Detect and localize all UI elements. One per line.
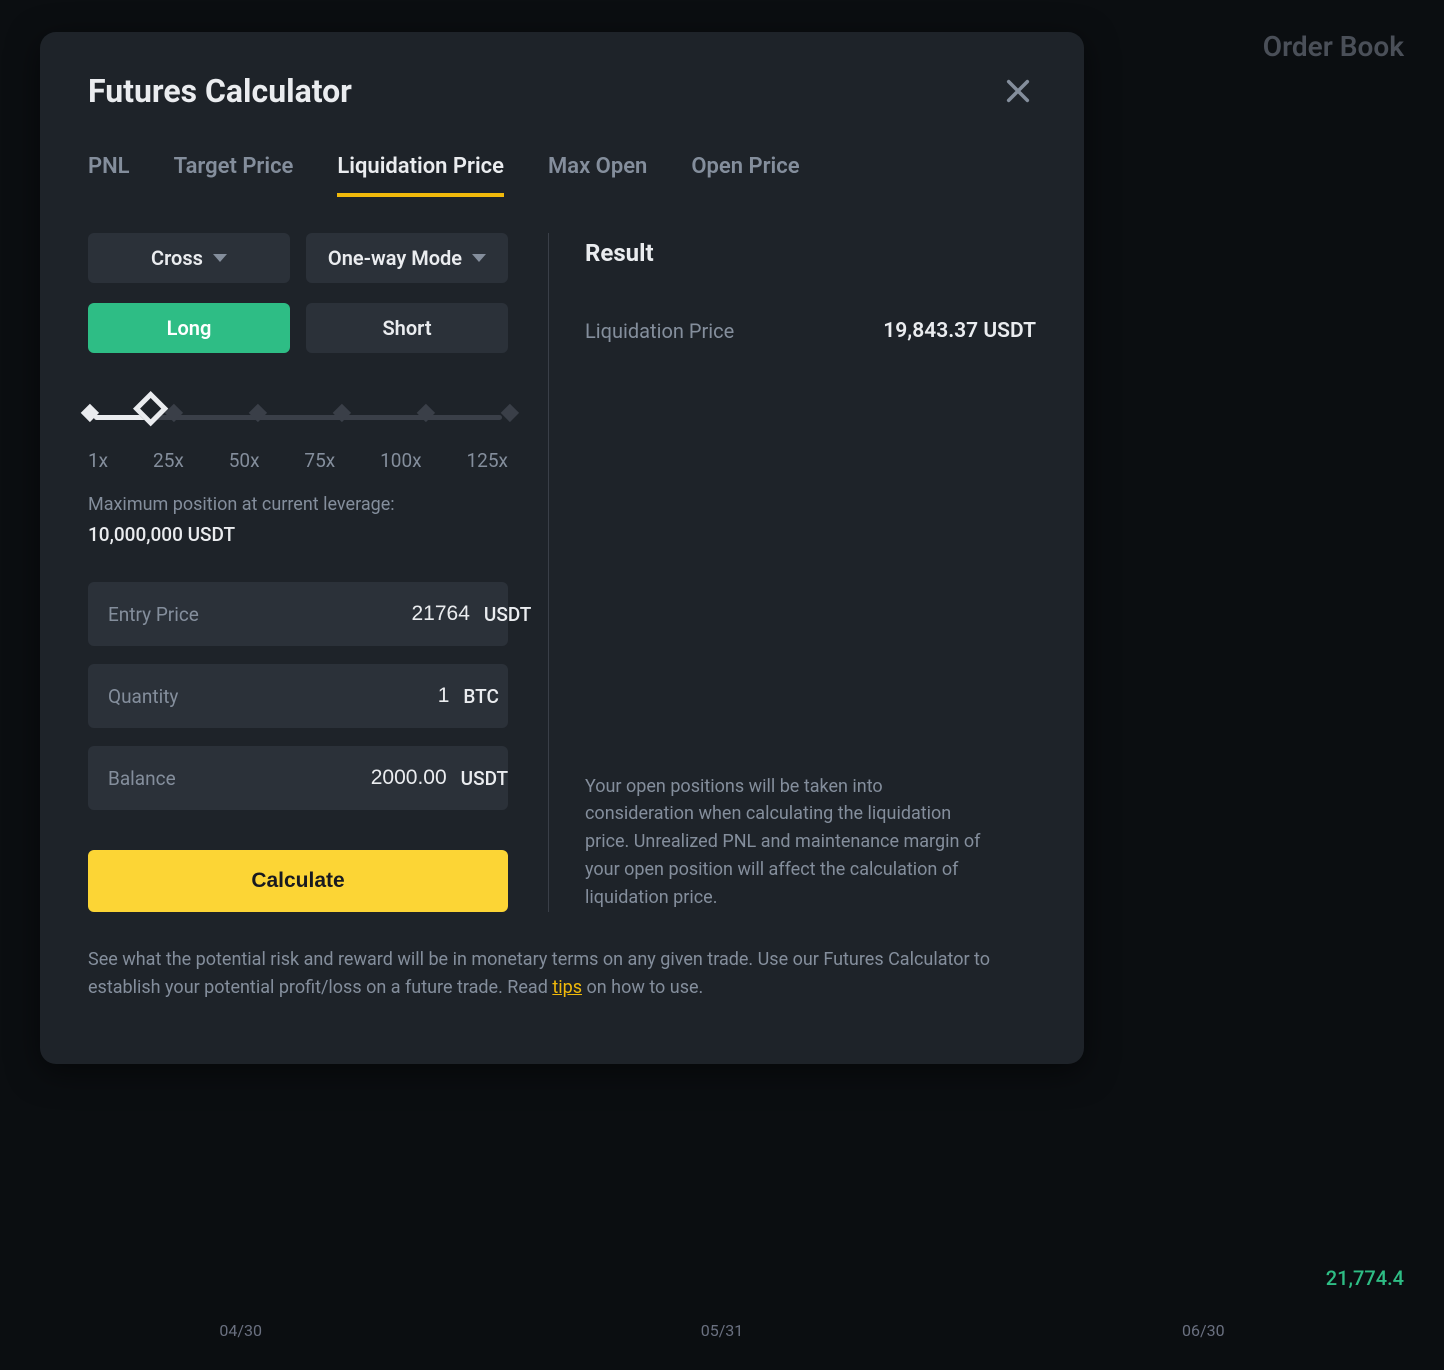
order-book-heading: Order Book <box>1263 30 1404 63</box>
tab-target-price[interactable]: Target Price <box>174 154 294 197</box>
slider-label: 75x <box>304 449 335 472</box>
balance-input[interactable] <box>176 766 461 790</box>
leverage-slider[interactable] <box>88 397 508 437</box>
footer-text: See what the potential risk and reward w… <box>88 946 1036 1002</box>
result-title: Result <box>585 239 1036 267</box>
tips-link[interactable]: tips <box>552 977 582 998</box>
slider-labels: 1x 25x 50x 75x 100x 125x <box>88 449 508 472</box>
tab-open-price[interactable]: Open Price <box>691 154 799 197</box>
chevron-down-icon <box>213 254 227 262</box>
field-label: Quantity <box>108 685 178 708</box>
margin-mode-select[interactable]: Cross <box>88 233 290 283</box>
axis-label: 05/31 <box>701 1321 744 1340</box>
axis-label: 06/30 <box>1182 1321 1225 1340</box>
entry-price-input[interactable] <box>199 602 484 626</box>
field-unit: USDT <box>484 603 531 626</box>
field-label: Entry Price <box>108 603 199 626</box>
divider <box>548 233 549 912</box>
margin-mode-label: Cross <box>151 246 203 270</box>
short-button[interactable]: Short <box>306 303 508 353</box>
info-text: Your open positions will be taken into c… <box>585 773 985 912</box>
tabs: PNL Target Price Liquidation Price Max O… <box>88 154 1036 197</box>
close-icon <box>1004 77 1032 105</box>
result-panel: Result Liquidation Price 19,843.37 USDT … <box>585 233 1036 912</box>
futures-calculator-modal: Futures Calculator PNL Target Price Liqu… <box>40 32 1084 1064</box>
background-axis: 04/30 05/31 06/30 <box>0 1321 1444 1340</box>
input-panel: Cross One-way Mode Long Short <box>88 233 548 912</box>
tab-pnl[interactable]: PNL <box>88 154 130 197</box>
slider-label: 100x <box>380 449 421 472</box>
slider-label: 125x <box>467 449 508 472</box>
entry-price-field[interactable]: Entry Price USDT <box>88 582 508 646</box>
footer-suffix: on how to use. <box>582 977 703 998</box>
close-button[interactable] <box>1000 73 1036 109</box>
max-position-value: 10,000,000 USDT <box>88 523 508 546</box>
balance-field[interactable]: Balance USDT <box>88 746 508 810</box>
max-position-label: Maximum position at current leverage: <box>88 494 508 515</box>
background-price: 21,774.4 <box>1326 1266 1404 1290</box>
field-unit: BTC <box>463 685 498 708</box>
slider-label: 25x <box>153 449 184 472</box>
footer-prefix: See what the potential risk and reward w… <box>88 949 990 998</box>
slider-tick <box>501 404 519 422</box>
chevron-down-icon <box>472 254 486 262</box>
tab-max-open[interactable]: Max Open <box>548 154 647 197</box>
field-unit: USDT <box>461 767 508 790</box>
result-value: 19,843.37 USDT <box>883 319 1036 343</box>
result-label: Liquidation Price <box>585 319 734 343</box>
quantity-field[interactable]: Quantity BTC <box>88 664 508 728</box>
modal-title: Futures Calculator <box>88 72 352 110</box>
position-mode-label: One-way Mode <box>328 246 462 270</box>
slider-thumb[interactable] <box>133 391 168 426</box>
long-button[interactable]: Long <box>88 303 290 353</box>
slider-label: 1x <box>88 449 108 472</box>
axis-label: 04/30 <box>219 1321 262 1340</box>
field-label: Balance <box>108 767 176 790</box>
calculate-button[interactable]: Calculate <box>88 850 508 912</box>
quantity-input[interactable] <box>178 684 463 708</box>
position-mode-select[interactable]: One-way Mode <box>306 233 508 283</box>
tab-liquidation-price[interactable]: Liquidation Price <box>337 154 504 197</box>
slider-label: 50x <box>229 449 260 472</box>
